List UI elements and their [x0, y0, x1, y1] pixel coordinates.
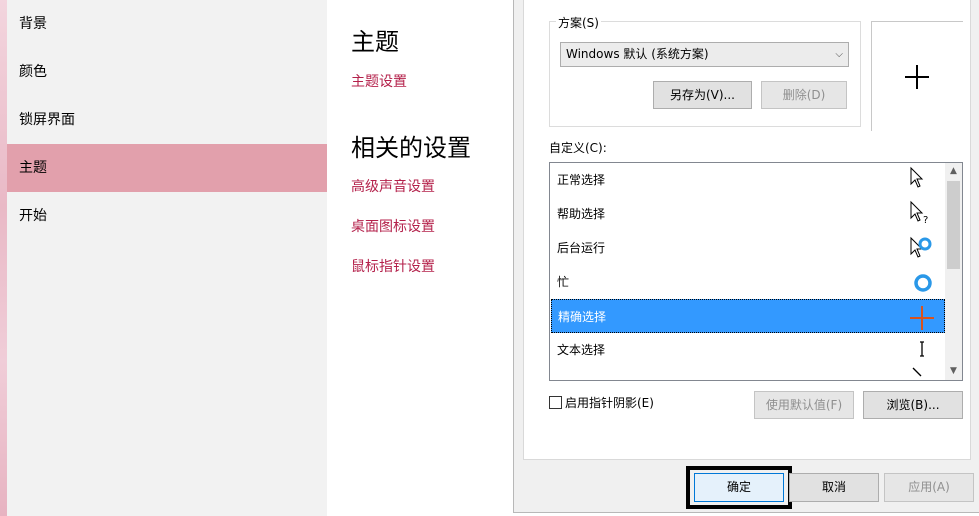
- sidebar-item-themes[interactable]: 主题: [7, 144, 327, 192]
- svg-text:?: ?: [923, 215, 928, 226]
- cancel-button[interactable]: 取消: [789, 473, 879, 502]
- desktop-wallpaper-strip: [0, 0, 7, 516]
- help-cursor-icon: ?: [910, 200, 928, 226]
- cursor-preview-box: [871, 21, 963, 131]
- desktop-icon-settings-link[interactable]: 桌面图标设置: [351, 216, 435, 236]
- mouse-properties-dialog: 方案(S) Windows 默认 (系统方案) ⌵ 另存为(V)... 删除(D…: [513, 0, 979, 513]
- list-scrollbar[interactable]: ▲ ▼: [945, 163, 962, 380]
- pointers-tab-panel: 方案(S) Windows 默认 (系统方案) ⌵ 另存为(V)... 删除(D…: [523, 0, 971, 460]
- text-ibeam-cursor-icon: [920, 341, 924, 357]
- settings-content: 主题 主题设置 相关的设置 高级声音设置 桌面图标设置 鼠标指针设置: [327, 0, 513, 516]
- ok-button[interactable]: 确定: [694, 473, 784, 502]
- scroll-down-icon[interactable]: ▼: [945, 363, 962, 380]
- scroll-up-icon[interactable]: ▲: [945, 163, 962, 180]
- delete-button[interactable]: 删除(D): [761, 81, 847, 109]
- handwriting-cursor-icon: [912, 367, 922, 377]
- scheme-legend: 方案(S): [556, 14, 601, 31]
- list-item[interactable]: 忙: [551, 265, 945, 299]
- crosshair-preview-icon: [905, 65, 929, 89]
- list-item[interactable]: 正常选择: [551, 163, 945, 197]
- cursor-listbox[interactable]: 正常选择 帮助选择 ? 后台运行 忙 精确选择 文本选择 ▲ ▼: [549, 162, 963, 381]
- scheme-groupbox: 方案(S): [549, 14, 861, 127]
- apply-button[interactable]: 应用(A): [884, 473, 974, 502]
- pointer-shadow-label: 启用指针阴影(E): [565, 396, 654, 410]
- sidebar-item-label: 锁屏界面: [19, 112, 75, 128]
- settings-sidebar: 背景 颜色 锁屏界面 主题 开始: [7, 0, 327, 516]
- browse-button[interactable]: 浏览(B)...: [863, 391, 963, 419]
- theme-settings-link[interactable]: 主题设置: [351, 71, 407, 91]
- sidebar-item-label: 背景: [19, 16, 47, 32]
- page-title: 主题: [351, 28, 399, 56]
- arrow-cursor-icon: [910, 166, 924, 188]
- checkbox-icon[interactable]: [549, 396, 562, 409]
- working-in-background-cursor-icon: [910, 236, 932, 258]
- scroll-thumb[interactable]: [947, 181, 960, 269]
- busy-cursor-icon: [914, 274, 932, 292]
- list-item-selected[interactable]: 精确选择: [551, 299, 945, 333]
- save-as-button[interactable]: 另存为(V)...: [653, 81, 752, 109]
- precision-cross-cursor-icon: [910, 306, 934, 330]
- sidebar-item-label: 主题: [19, 160, 47, 176]
- chevron-down-icon: ⌵: [835, 49, 843, 60]
- sidebar-item-background[interactable]: 背景: [7, 0, 327, 48]
- list-item[interactable]: 文本选择: [551, 333, 945, 367]
- mouse-pointer-settings-link[interactable]: 鼠标指针设置: [351, 256, 435, 276]
- scheme-dropdown[interactable]: Windows 默认 (系统方案) ⌵: [560, 42, 849, 67]
- list-item[interactable]: [551, 367, 945, 380]
- pointer-shadow-checkbox[interactable]: 启用指针阴影(E): [549, 394, 654, 411]
- customize-label: 自定义(C):: [549, 141, 607, 155]
- list-item[interactable]: 帮助选择 ?: [551, 197, 945, 231]
- sidebar-item-label: 开始: [19, 208, 47, 224]
- scheme-selected-value: Windows 默认 (系统方案): [566, 47, 709, 61]
- sidebar-item-label: 颜色: [19, 64, 47, 80]
- related-settings-heading: 相关的设置: [351, 134, 471, 162]
- list-item[interactable]: 后台运行: [551, 231, 945, 265]
- sidebar-item-lock-screen[interactable]: 锁屏界面: [7, 96, 327, 144]
- advanced-sound-settings-link[interactable]: 高级声音设置: [351, 176, 435, 196]
- use-default-button[interactable]: 使用默认值(F): [754, 391, 854, 419]
- sidebar-item-colors[interactable]: 颜色: [7, 48, 327, 96]
- sidebar-item-start[interactable]: 开始: [7, 192, 327, 240]
